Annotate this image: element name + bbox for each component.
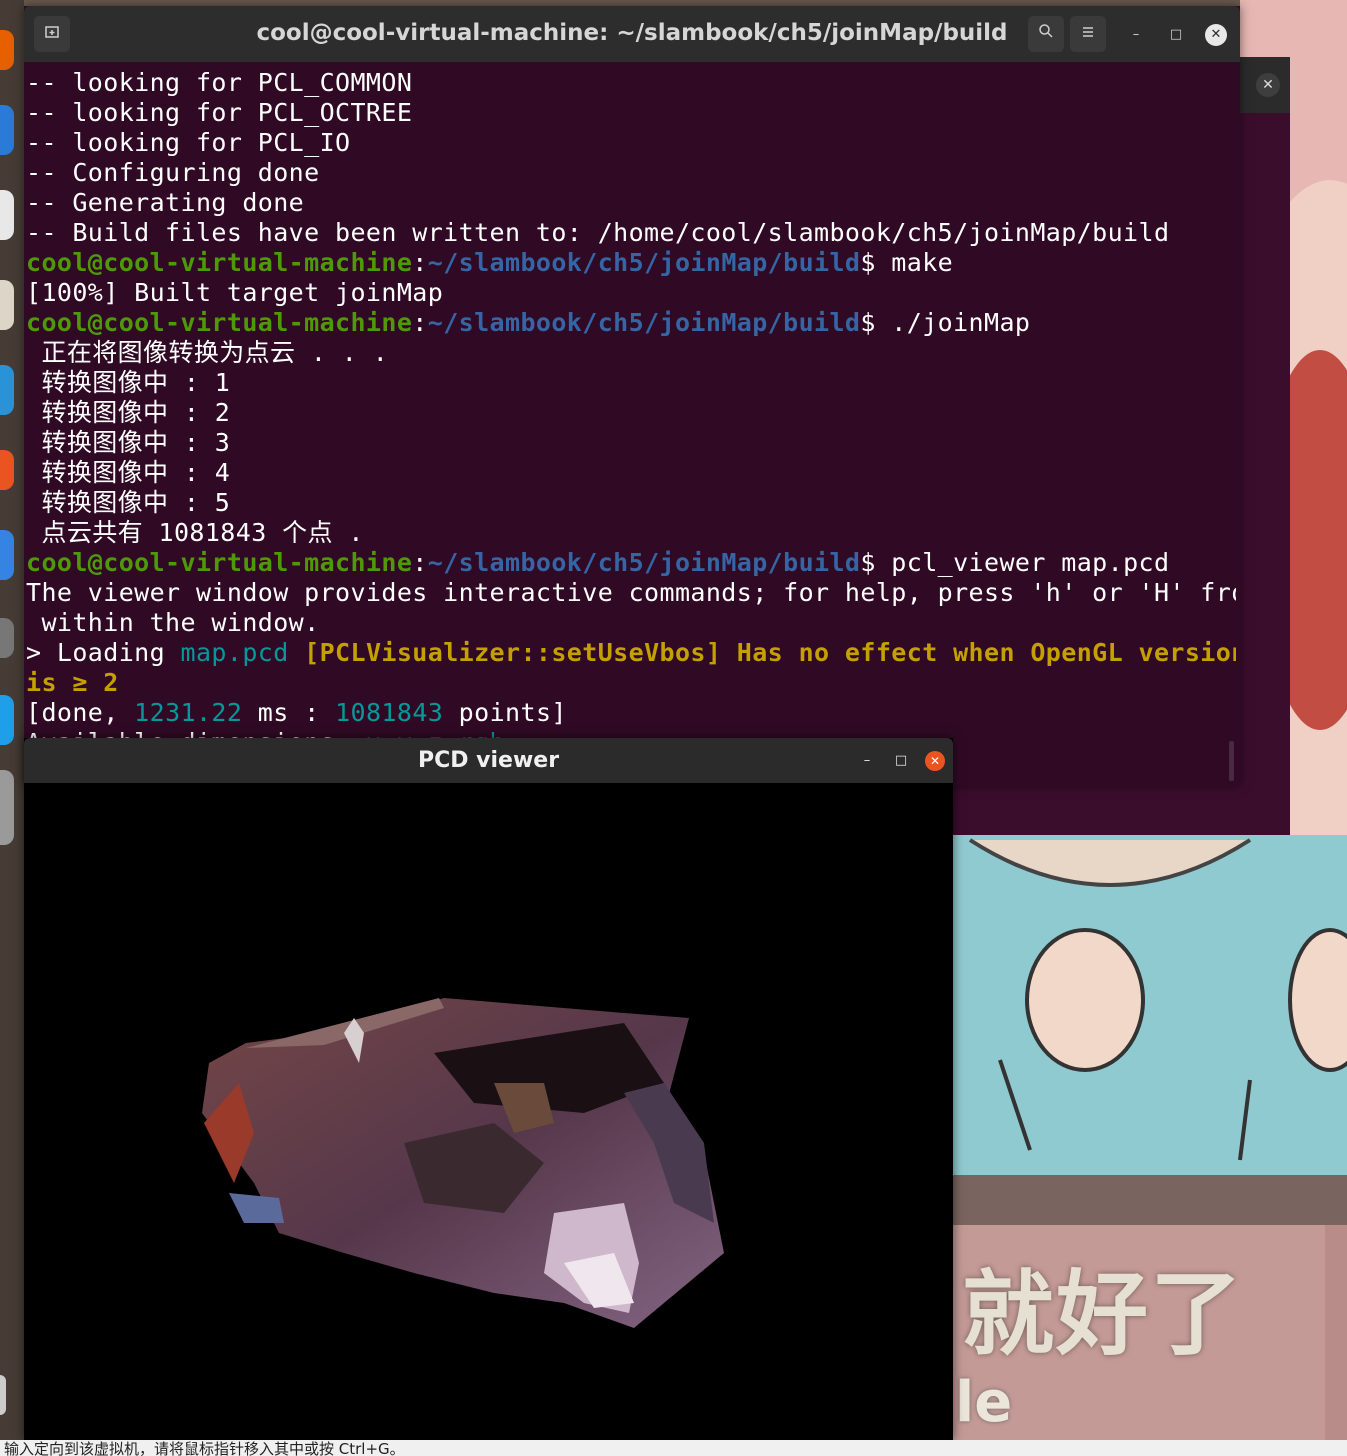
prompt-user-host: cool@cool-virtual-machine <box>26 548 413 577</box>
libreoffice-launcher-icon[interactable] <box>0 365 14 415</box>
terminal-line: 转换图像中 : 5 <box>26 488 231 517</box>
prompt-dollar: $ <box>860 308 876 337</box>
prompt-separator: : <box>412 548 428 577</box>
prompt-user-host: cool@cool-virtual-machine <box>26 248 413 277</box>
done-prefix: [done, <box>26 698 135 727</box>
terminal-line: -- Build files have been written to: /ho… <box>26 218 1170 247</box>
prompt-line: cool@cool-virtual-machine:~/slambook/ch5… <box>26 248 1236 278</box>
terminal-line: -- looking for PCL_COMMON <box>26 68 413 97</box>
terminal-line: 转换图像中 : 3 <box>26 428 231 457</box>
terminal-line: -- Generating done <box>26 188 305 217</box>
terminal-line: -- Configuring done <box>26 158 320 187</box>
prompt-path: ~/slambook/ch5/joinMap/build <box>427 308 861 337</box>
done-line: [done, 1231.22 ms : 1081843 points] <box>26 698 1236 728</box>
terminal-minimize-button[interactable]: – <box>1125 24 1147 46</box>
prompt-dollar: $ <box>860 248 876 277</box>
command-text: ./joinMap <box>875 308 1031 337</box>
files-launcher-icon[interactable] <box>0 190 14 240</box>
point-cloud-shape <box>202 998 724 1328</box>
help-launcher-icon[interactable] <box>0 530 14 580</box>
pcd-minimize-button[interactable]: – <box>857 751 877 771</box>
terminal-line: -- looking for PCL_OCTREE <box>26 98 413 127</box>
search-icon[interactable] <box>1028 16 1064 52</box>
terminal-line: 转换图像中 : 4 <box>26 458 231 487</box>
prompt-path: ~/slambook/ch5/joinMap/build <box>427 548 861 577</box>
load-time-value: 1231.22 <box>134 698 243 727</box>
done-suffix: points] <box>443 698 567 727</box>
terminal-titlebar[interactable]: cool@cool-virtual-machine: ~/slambook/ch… <box>24 6 1240 62</box>
terminal-scrollbar[interactable] <box>1229 741 1234 781</box>
software-launcher-icon[interactable] <box>0 450 14 490</box>
vm-status-bar: 输入定向到该虚拟机，请将鼠标指针移入其中或按 Ctrl+G。 <box>0 1440 1347 1456</box>
prompt-separator: : <box>412 308 428 337</box>
terminal-window[interactable]: cool@cool-virtual-machine: ~/slambook/ch… <box>24 6 1240 786</box>
loading-line: > Loading map.pcd [PCLVisualizer::setUse… <box>26 638 1236 668</box>
points-count-value: 1081843 <box>335 698 444 727</box>
vm-status-text: 输入定向到该虚拟机，请将鼠标指针移入其中或按 Ctrl+G。 <box>4 1440 405 1456</box>
terminal-line: 转换图像中 : 2 <box>26 398 231 427</box>
show-apps-icon[interactable] <box>0 1375 6 1415</box>
warning-text: [PCLVisualizer::setUseVbos] Has no effec… <box>288 638 1236 667</box>
terminal-line: [100%] Built target joinMap <box>26 278 444 307</box>
wallpaper-caption-sub: le <box>955 1370 1013 1435</box>
pcd-viewer-title: PCD viewer <box>417 748 560 773</box>
prompt-separator: : <box>412 248 428 277</box>
rhythmbox-launcher-icon[interactable] <box>0 280 14 330</box>
settings-launcher-icon[interactable] <box>0 618 14 658</box>
loading-filename: map.pcd <box>180 638 289 667</box>
wallpaper-caption: 就好了 <box>962 1261 1245 1368</box>
pcd-close-button[interactable]: ✕ <box>925 751 945 771</box>
terminal-launcher-icon[interactable] <box>0 695 14 745</box>
prompt-user-host: cool@cool-virtual-machine <box>26 308 413 337</box>
prompt-line: cool@cool-virtual-machine:~/slambook/ch5… <box>26 548 1236 578</box>
done-units: ms : <box>242 698 336 727</box>
prompt-dollar: $ <box>860 548 876 577</box>
terminal-close-button[interactable]: ✕ <box>1205 24 1227 46</box>
command-text: make <box>875 248 954 277</box>
pcd-maximize-button[interactable]: □ <box>891 751 911 771</box>
terminal-line: The viewer window provides interactive c… <box>26 578 1236 607</box>
terminal-line: 点云共有 1081843 个点 . <box>26 518 364 547</box>
thunderbird-launcher-icon[interactable] <box>0 105 14 155</box>
background-window-close-button[interactable]: ✕ <box>1256 73 1280 97</box>
hamburger-menu-icon[interactable] <box>1070 16 1106 52</box>
point-cloud-render[interactable] <box>24 783 953 1440</box>
terminal-maximize-button[interactable]: □ <box>1165 24 1187 46</box>
firefox-launcher-icon[interactable] <box>0 30 14 70</box>
terminal-line: 转换图像中 : 1 <box>26 368 231 397</box>
prompt-line: cool@cool-virtual-machine:~/slambook/ch5… <box>26 308 1236 338</box>
pcd-viewer-window[interactable]: PCD viewer – □ ✕ <box>24 738 953 1440</box>
dock <box>0 0 24 1440</box>
command-text: pcl_viewer map.pcd <box>875 548 1170 577</box>
prompt-path: ~/slambook/ch5/joinMap/build <box>427 248 861 277</box>
loading-prefix: > Loading <box>26 638 181 667</box>
terminal-line: 正在将图像转换为点云 . . . <box>26 338 389 367</box>
terminal-line: within the window. <box>26 608 320 637</box>
pcd-viewer-titlebar[interactable]: PCD viewer – □ ✕ <box>24 738 953 783</box>
warning-text-continued: is ≥ 2 <box>26 668 119 697</box>
terminal-output[interactable]: -- looking for PCL_COMMON -- looking for… <box>26 68 1236 784</box>
terminal-line: -- looking for PCL_IO <box>26 128 351 157</box>
trash-launcher-icon[interactable] <box>0 770 14 845</box>
